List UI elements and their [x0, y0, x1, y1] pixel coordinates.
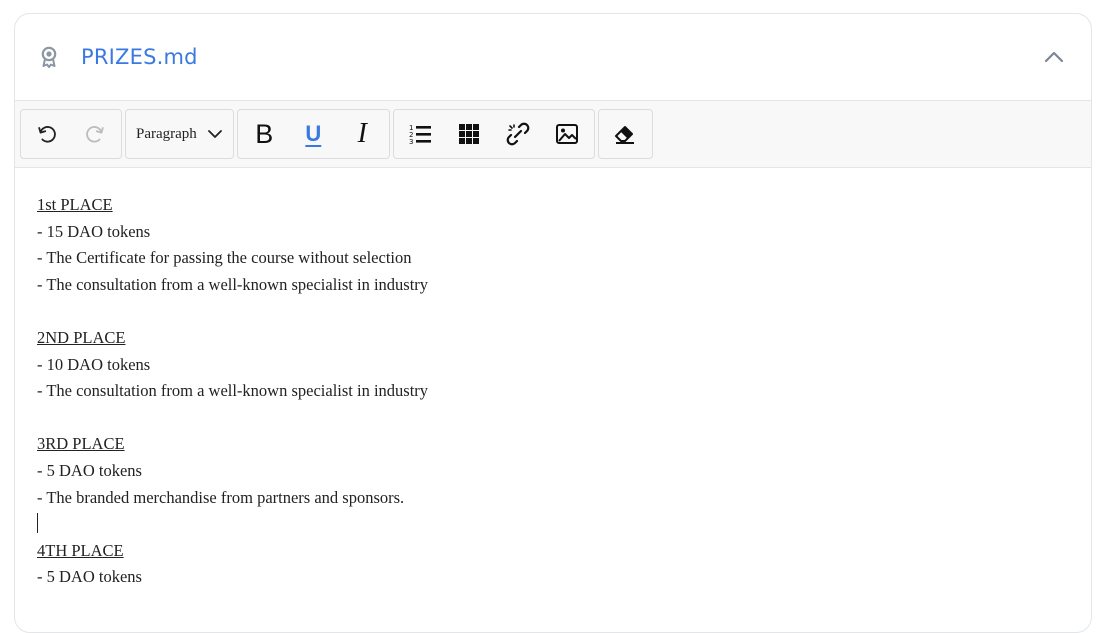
redo-button[interactable] [71, 110, 119, 158]
content-line: - 5 DAO tokens [37, 460, 142, 480]
format-group: B U I [236, 109, 390, 159]
numbered-list-icon: 1 2 3 [409, 124, 432, 146]
card-header[interactable]: PRIZES.md [15, 14, 1091, 101]
block-type-group: Paragraph [125, 109, 234, 159]
content-line: - 15 DAO tokens [37, 221, 151, 241]
numbered-list-button[interactable]: 1 2 3 [396, 110, 445, 158]
content-line: - 10 DAO tokens [37, 354, 151, 374]
editor-toolbar: Paragraph B U I 1 2 3 [15, 101, 1091, 168]
clear-format-button[interactable] [601, 110, 650, 158]
unlink-icon [506, 122, 530, 146]
italic-icon: I [357, 118, 367, 149]
block-type-label: Paragraph [136, 125, 197, 142]
empty-line [37, 298, 1091, 325]
italic-button[interactable]: I [338, 110, 387, 158]
table-button[interactable] [445, 110, 494, 158]
award-icon [37, 45, 61, 69]
clear-group [597, 109, 653, 159]
content-line: - The branded merchandise from partners … [37, 487, 405, 507]
content-line: - The consultation from a well-known spe… [37, 274, 429, 294]
editor-content[interactable]: 1st PLACE - 15 DAO tokens - The Certificat… [15, 168, 1091, 591]
redo-icon [86, 126, 104, 143]
section-heading: 4TH PLACE [37, 540, 124, 560]
bold-button[interactable]: B [240, 110, 289, 158]
insert-group: 1 2 3 [392, 109, 595, 159]
underline-icon: U [305, 121, 322, 146]
content-line: - The Certificate for passing the course… [37, 248, 412, 268]
section-heading: 1st PLACE [37, 195, 113, 214]
undo-button[interactable] [23, 110, 71, 158]
image-button[interactable] [543, 110, 592, 158]
section-heading: 3RD PLACE [37, 434, 125, 454]
content-line: - The consultation from a well-known spe… [37, 381, 429, 401]
underline-button[interactable]: U [289, 110, 338, 158]
image-icon [556, 124, 579, 144]
file-title: PRIZES.md [81, 45, 198, 69]
text-caret [37, 513, 38, 534]
content-line: - 5 DAO tokens [37, 567, 142, 587]
eraser-icon [615, 126, 635, 144]
empty-line [37, 511, 1091, 538]
block-type-dropdown[interactable]: Paragraph [128, 110, 231, 158]
bold-icon: B [255, 118, 274, 149]
undo-icon [38, 126, 56, 143]
svg-text:3: 3 [409, 138, 413, 146]
chevron-up-icon[interactable] [1043, 46, 1065, 68]
chevron-down-icon [207, 130, 222, 138]
table-icon [459, 124, 480, 144]
editor-card: PRIZES.md Paragraph B U I 1 2 3 1st PLAC… [14, 13, 1092, 633]
section-heading: 2ND PLACE [37, 327, 126, 347]
unlink-button[interactable] [494, 110, 543, 158]
history-group [20, 109, 122, 159]
empty-line [37, 405, 1091, 432]
